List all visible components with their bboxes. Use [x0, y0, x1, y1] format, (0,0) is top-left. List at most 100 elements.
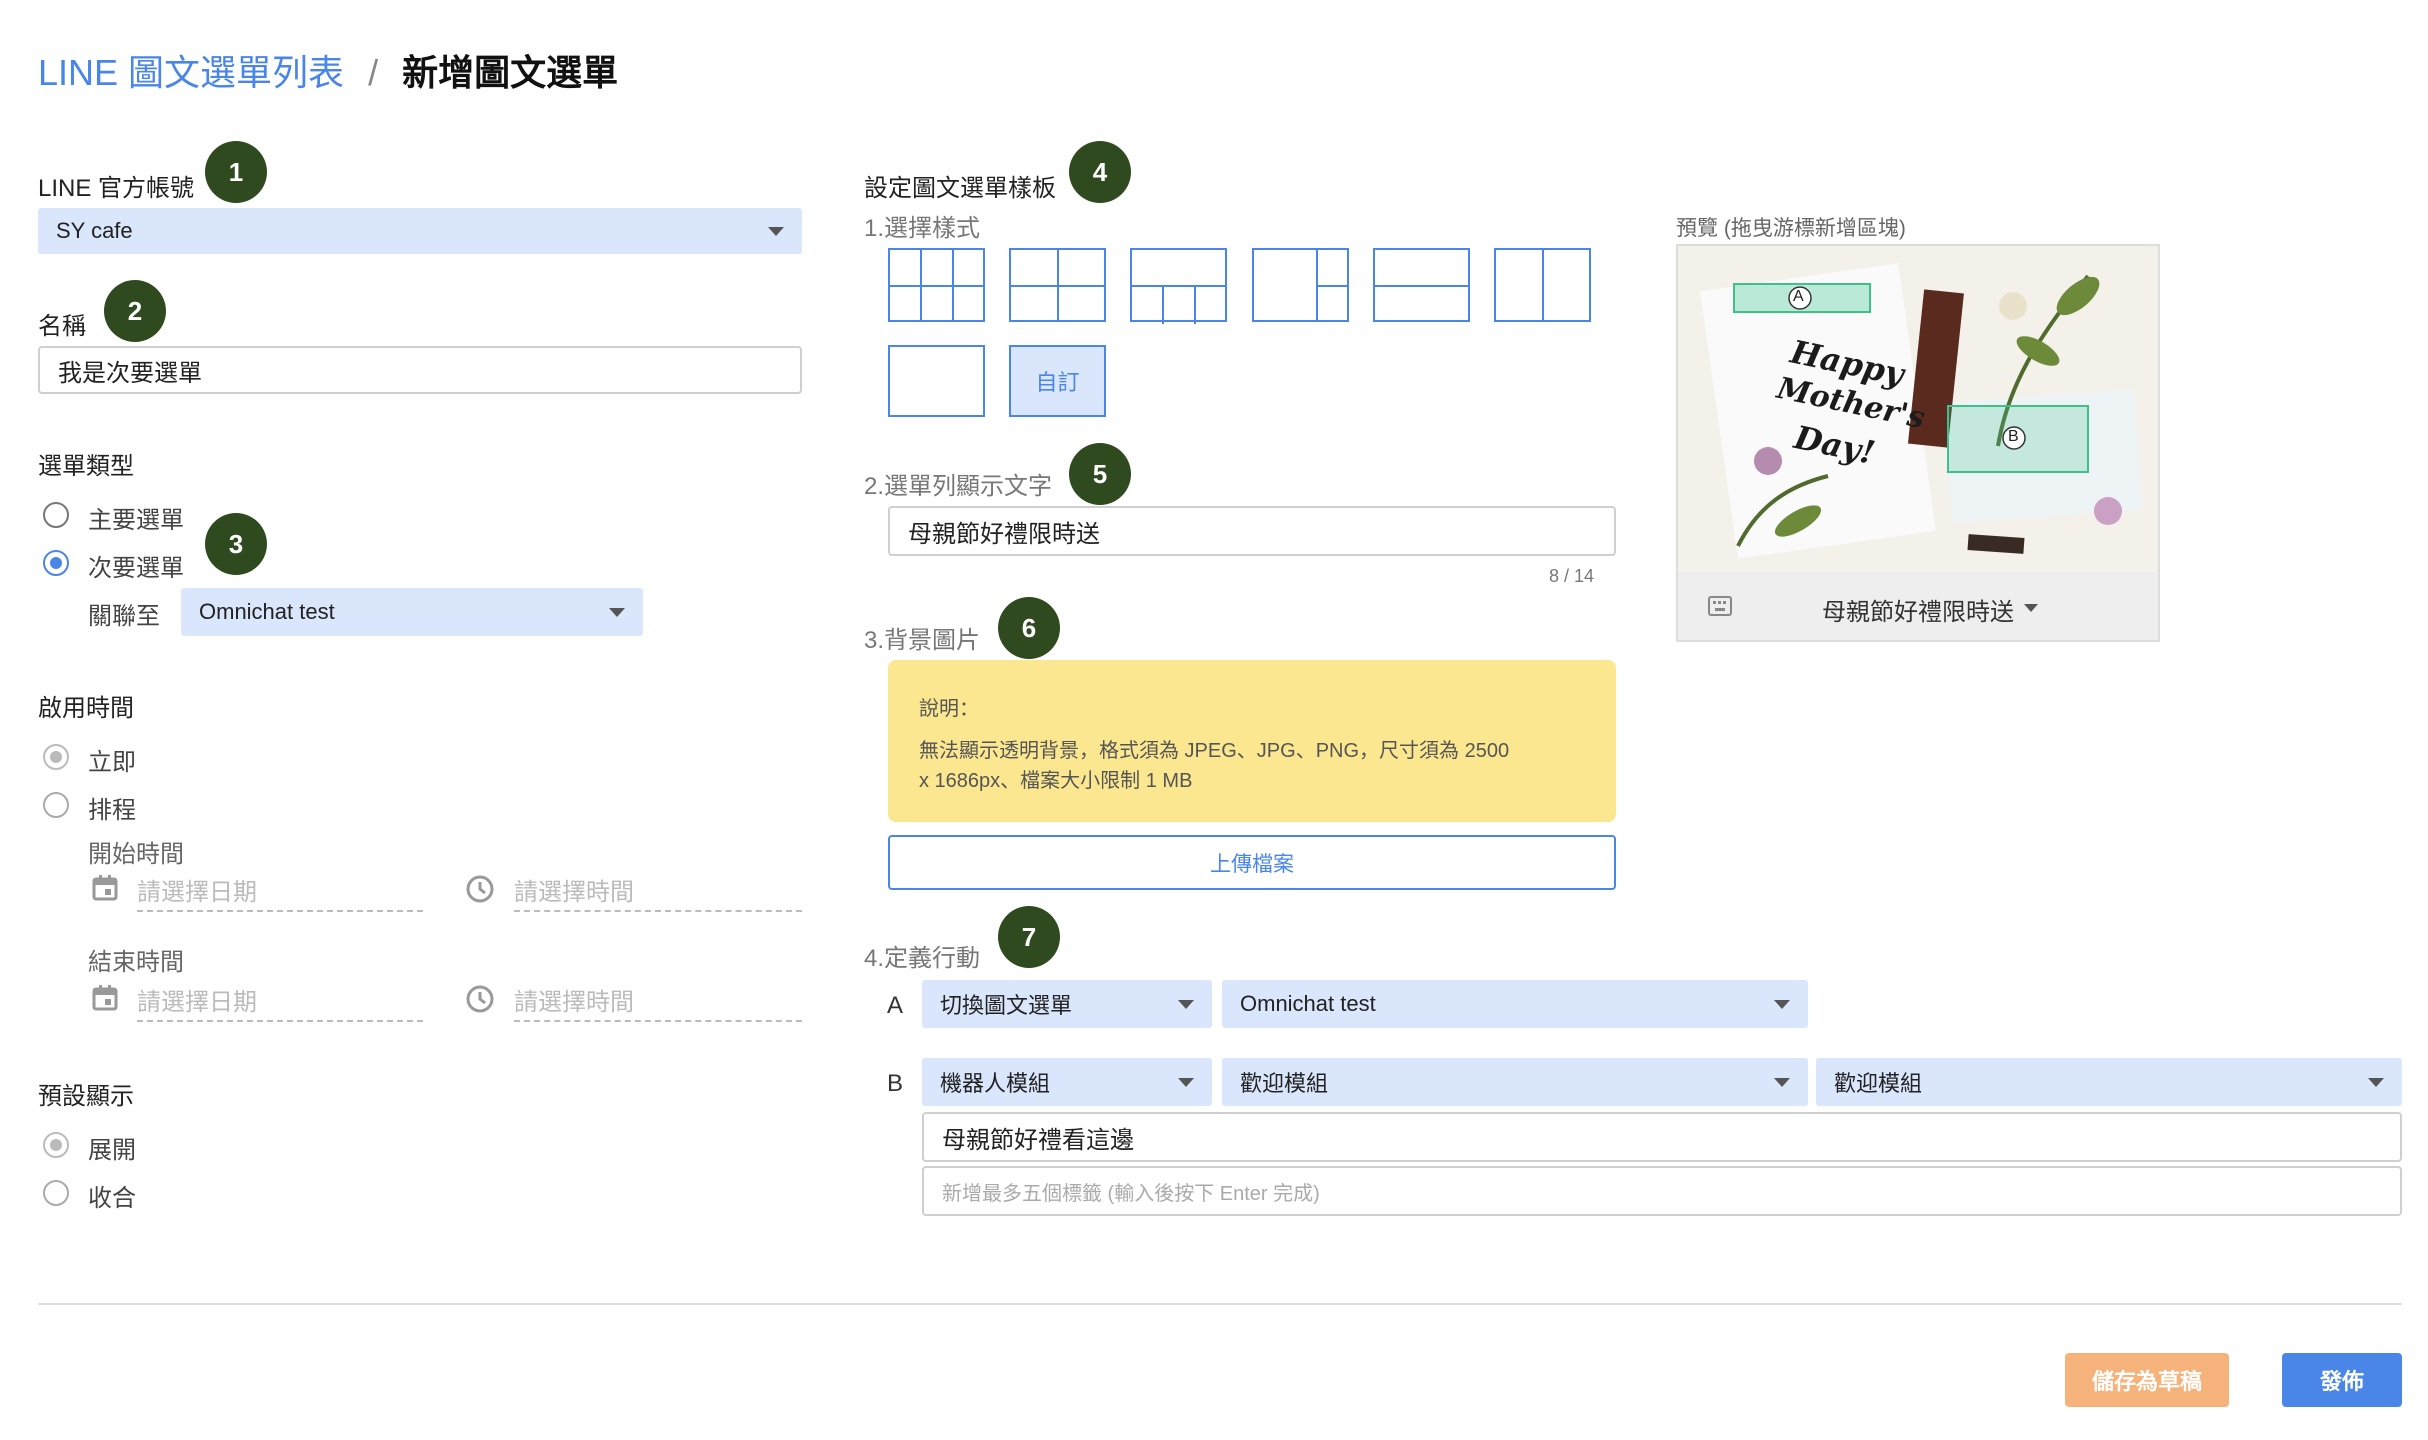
- char-counter: 8 / 14: [1549, 566, 1595, 586]
- chevron-down-icon: [768, 227, 784, 236]
- preview-menu-text: 母親節好禮限時送: [1822, 599, 2014, 626]
- upload-file-button[interactable]: 上傳檔案: [888, 835, 1616, 890]
- action-b-text-input[interactable]: 母親節好禮看這邊: [922, 1112, 2402, 1162]
- step-badge-5: 5: [1069, 443, 1131, 505]
- chevron-down-icon: [1178, 1000, 1194, 1009]
- publish-button[interactable]: 發佈: [2282, 1353, 2402, 1407]
- preview-canvas[interactable]: A B Happy Mother's Day!: [1678, 246, 2158, 572]
- start-time-input[interactable]: 請選擇時間: [514, 872, 634, 907]
- end-time-label: 結束時間: [88, 949, 184, 976]
- end-date-underline: [137, 1020, 423, 1022]
- chevron-down-icon: [1774, 1000, 1790, 1009]
- step-badge-4: 4: [1069, 141, 1131, 203]
- name-input[interactable]: 我是次要選單: [38, 346, 802, 394]
- name-input-value: 我是次要選單: [58, 359, 202, 387]
- radio-secondary-menu-label: 次要選單: [88, 555, 184, 582]
- step-badge-1: 1: [205, 141, 267, 203]
- action-b-module-value: 歡迎模組: [1240, 1071, 1329, 1096]
- end-time-input[interactable]: 請選擇時間: [514, 982, 634, 1017]
- radio-collapse-label: 收合: [88, 1185, 136, 1212]
- radio-immediate[interactable]: [43, 744, 69, 770]
- menubar-text-value: 母親節好禮限時送: [908, 520, 1100, 548]
- menu-type-label: 選單類型: [38, 453, 134, 480]
- template-grid-2-cols[interactable]: [1494, 248, 1591, 322]
- start-time-label: 開始時間: [88, 841, 184, 868]
- step-badge-2: 2: [104, 280, 166, 342]
- template-custom[interactable]: 自訂: [1009, 345, 1106, 417]
- link-to-select[interactable]: Omnichat test: [181, 588, 643, 636]
- calendar-icon: [92, 875, 118, 901]
- define-action-label: 4.定義行動: [864, 945, 981, 972]
- menubar-text-label: 2.選單列顯示文字: [864, 473, 1053, 500]
- template-custom-label: 自訂: [1035, 370, 1080, 395]
- preview-label: 預覽 (拖曳游標新增區塊): [1676, 217, 1906, 240]
- action-b-sub-select[interactable]: 歡迎模組: [1816, 1058, 2402, 1106]
- radio-secondary-menu[interactable]: [43, 550, 69, 576]
- action-a-target-select[interactable]: Omnichat test: [1222, 980, 1808, 1028]
- step-badge-6: 6: [998, 597, 1060, 659]
- template-grid-2-rows[interactable]: [1373, 248, 1470, 322]
- action-b-module-select[interactable]: 歡迎模組: [1222, 1058, 1808, 1106]
- step-badge-7: 7: [998, 906, 1060, 968]
- template-grid-1-3[interactable]: [1130, 248, 1227, 324]
- action-b-letter: B: [887, 1070, 904, 1097]
- action-a-letter: A: [887, 992, 904, 1019]
- radio-expand-label: 展開: [88, 1137, 136, 1164]
- action-a-target-value: Omnichat test: [1240, 991, 1376, 1016]
- radio-schedule[interactable]: [43, 792, 69, 818]
- action-b-text-value: 母親節好禮看這邊: [942, 1126, 1134, 1154]
- account-label: LINE 官方帳號: [38, 175, 195, 202]
- chevron-down-icon: [2368, 1078, 2384, 1087]
- save-draft-label: 儲存為草稿: [2091, 1369, 2202, 1394]
- action-b-tags-input[interactable]: 新增最多五個標籤 (輸入後按下 Enter 完成): [922, 1166, 2402, 1216]
- background-note-line-2: x 1686px、檔案大小限制 1 MB: [919, 770, 1193, 792]
- clock-icon: [466, 985, 494, 1013]
- radio-schedule-label: 排程: [88, 797, 136, 824]
- radio-collapse[interactable]: [43, 1180, 69, 1206]
- end-time-underline: [514, 1020, 802, 1022]
- link-to-select-value: Omnichat test: [199, 599, 335, 624]
- template-grid-6[interactable]: [888, 248, 985, 322]
- account-select[interactable]: SY cafe: [38, 208, 802, 254]
- action-b-type-select[interactable]: 機器人模組: [922, 1058, 1212, 1106]
- style-label: 1.選擇樣式: [864, 215, 981, 242]
- action-a-type-value: 切換圖文選單: [940, 993, 1073, 1018]
- background-image-label: 3.背景圖片: [864, 627, 981, 654]
- preview-menu-bar[interactable]: 母親節好禮限時送: [1678, 572, 2158, 640]
- end-date-input[interactable]: 請選擇日期: [137, 982, 257, 1017]
- radio-expand[interactable]: [43, 1132, 69, 1158]
- name-label: 名稱: [38, 313, 86, 340]
- calendar-icon: [92, 985, 118, 1011]
- menubar-text-input[interactable]: 母親節好禮限時送: [888, 506, 1616, 556]
- breadcrumb: LINE 圖文選單列表 / 新增圖文選單: [38, 44, 618, 96]
- radio-primary-menu[interactable]: [43, 502, 69, 528]
- breadcrumb-separator: /: [368, 52, 379, 93]
- template-grid-1-2[interactable]: [1252, 248, 1349, 322]
- background-note-line-1: 無法顯示透明背景，格式須為 JPEG、JPG、PNG，尺寸須為 2500: [919, 740, 1510, 762]
- radio-primary-menu-label: 主要選單: [88, 507, 184, 534]
- preview-area-b-label: B: [2008, 428, 2019, 445]
- radio-immediate-label: 立即: [88, 749, 136, 776]
- footer-divider: [38, 1303, 2402, 1305]
- preview-panel: A B Happy Mother's Day! 母親節好禮限時送: [1676, 244, 2160, 642]
- breadcrumb-link-list[interactable]: LINE 圖文選單列表: [38, 52, 344, 93]
- action-b-sub-value: 歡迎模組: [1834, 1071, 1923, 1096]
- start-date-underline: [137, 910, 423, 912]
- upload-file-label: 上傳檔案: [1210, 852, 1294, 876]
- save-draft-button[interactable]: 儲存為草稿: [2065, 1353, 2229, 1407]
- publish-label: 發佈: [2319, 1369, 2364, 1394]
- chevron-down-icon: [609, 608, 625, 617]
- enable-time-label: 啟用時間: [38, 695, 134, 722]
- clock-icon: [466, 875, 494, 903]
- start-date-input[interactable]: 請選擇日期: [137, 872, 257, 907]
- action-a-type-select[interactable]: 切換圖文選單: [922, 980, 1212, 1028]
- start-time-underline: [514, 910, 802, 912]
- template-grid-1[interactable]: [888, 345, 985, 417]
- template-label: 設定圖文選單樣板: [864, 175, 1056, 202]
- background-note: 說明： 無法顯示透明背景，格式須為 JPEG、JPG、PNG，尺寸須為 2500…: [888, 660, 1616, 822]
- account-select-value: SY cafe: [56, 218, 133, 243]
- step-badge-3: 3: [205, 513, 267, 575]
- chevron-down-icon: [2024, 604, 2038, 612]
- preview-area-a-label: A: [1793, 288, 1804, 305]
- template-grid-4[interactable]: [1009, 248, 1106, 322]
